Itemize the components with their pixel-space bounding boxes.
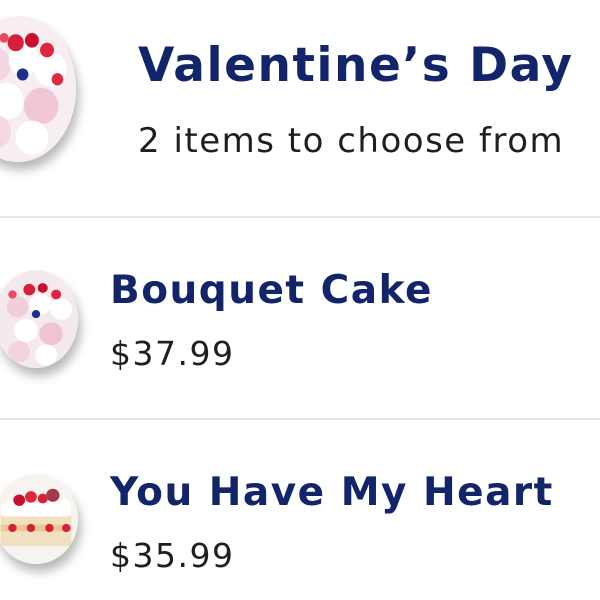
menu-item-bouquet-cake[interactable]: Bouquet Cake $37.99 bbox=[0, 218, 600, 418]
item-price: $35.99 bbox=[110, 536, 235, 575]
menu-item-you-have-my-heart[interactable]: You Have My Heart $35.99 bbox=[0, 420, 600, 600]
item-name: Bouquet Cake bbox=[110, 268, 433, 313]
category-subtitle: 2 items to choose from bbox=[138, 121, 565, 161]
heart-cake-photo-icon bbox=[0, 474, 78, 564]
category-title: Valentine’s Day bbox=[138, 38, 574, 93]
item-name: You Have My Heart bbox=[110, 470, 554, 515]
cake-photo-icon bbox=[0, 16, 76, 162]
category-header: Valentine’s Day 2 items to choose from bbox=[0, 0, 600, 216]
item-price: $37.99 bbox=[110, 334, 235, 373]
bouquet-cake-photo-icon bbox=[0, 270, 78, 368]
